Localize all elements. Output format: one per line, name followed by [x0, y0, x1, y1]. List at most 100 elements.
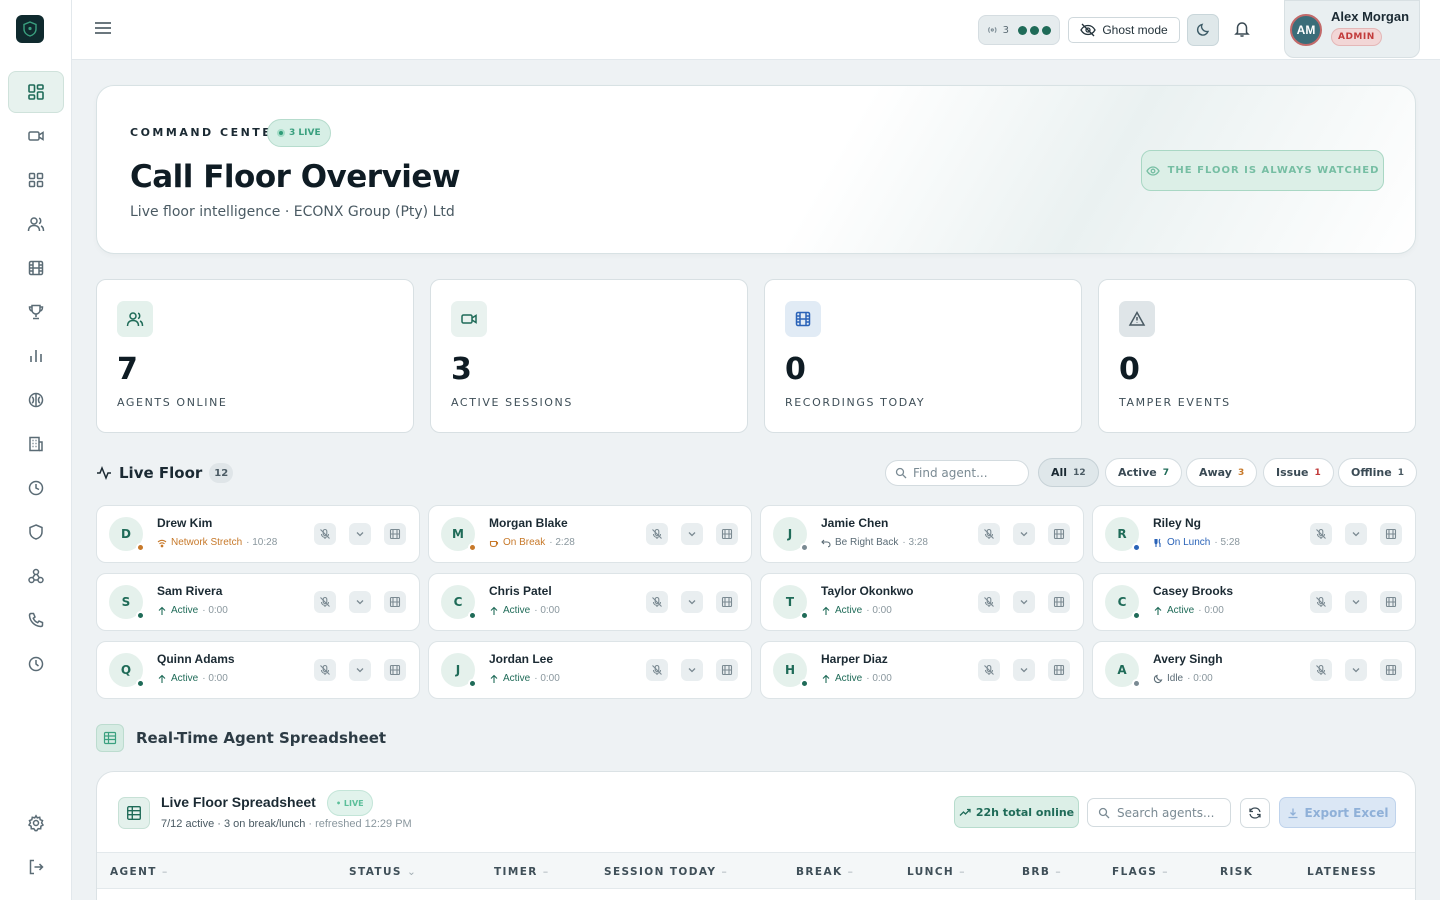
expand-button[interactable]	[1013, 659, 1035, 681]
record-button[interactable]	[716, 523, 738, 545]
search-agents-input[interactable]: Search agents...	[1087, 798, 1231, 827]
mute-button[interactable]	[978, 659, 1000, 681]
filter-issue[interactable]: Issue 1	[1263, 458, 1334, 487]
expand-button[interactable]	[349, 523, 371, 545]
mute-button[interactable]	[646, 659, 668, 681]
agent-card[interactable]: Q Quinn Adams Active · 0:00	[96, 641, 420, 699]
record-button[interactable]	[716, 591, 738, 613]
sidebar-item-agents[interactable]	[8, 203, 64, 245]
mic-off-icon	[1316, 596, 1326, 607]
expand-button[interactable]	[1345, 591, 1367, 613]
column-header[interactable]: LUNCH –	[907, 866, 964, 878]
record-button[interactable]	[384, 659, 406, 681]
mute-button[interactable]	[314, 523, 336, 545]
expand-button[interactable]	[681, 591, 703, 613]
export-excel-button[interactable]: Export Excel	[1279, 797, 1396, 828]
agent-name: Avery Singh	[1153, 652, 1223, 666]
filter-count: 1	[1314, 467, 1321, 478]
menu-toggle-button[interactable]	[94, 20, 112, 36]
user-menu[interactable]: AM Alex Morgan ADMIN	[1284, 0, 1420, 58]
floor-watched-button[interactable]: THE FLOOR IS ALWAYS WATCHED	[1141, 150, 1384, 191]
column-header[interactable]: RISK	[1220, 866, 1253, 878]
filter-active[interactable]: Active 7	[1105, 458, 1182, 487]
record-button[interactable]	[1048, 523, 1070, 545]
mute-button[interactable]	[978, 523, 1000, 545]
sidebar-item-leaderboard[interactable]	[8, 291, 64, 333]
expand-button[interactable]	[1013, 523, 1035, 545]
theme-toggle-button[interactable]	[1187, 14, 1219, 46]
expand-button[interactable]	[349, 659, 371, 681]
column-header[interactable]: SESSION TODAY –	[604, 866, 727, 878]
sidebar-item-history[interactable]	[8, 643, 64, 685]
agent-card[interactable]: J Jordan Lee Active · 0:00	[428, 641, 752, 699]
agent-card[interactable]: S Sam Rivera Active · 0:00	[96, 573, 420, 631]
record-button[interactable]	[384, 591, 406, 613]
sidebar-item-logout[interactable]	[8, 846, 64, 888]
column-header[interactable]: LATENESS	[1307, 866, 1377, 878]
app-logo[interactable]	[16, 15, 44, 43]
agent-card[interactable]: R Riley Ng On Lunch · 5:28	[1092, 505, 1416, 563]
chevron-down-icon	[688, 532, 696, 537]
column-header[interactable]: AGENT –	[110, 866, 167, 878]
filter-all[interactable]: All 12	[1038, 458, 1099, 487]
refresh-button[interactable]	[1240, 798, 1270, 828]
record-button[interactable]	[1380, 659, 1402, 681]
column-header[interactable]: STATUS ⌄	[349, 866, 416, 878]
agent-card[interactable]: A Avery Singh Idle · 0:00	[1092, 641, 1416, 699]
mute-button[interactable]	[646, 523, 668, 545]
record-button[interactable]	[1048, 659, 1070, 681]
sidebar-item-insights[interactable]	[8, 379, 64, 421]
sidebar-item-departments[interactable]	[8, 423, 64, 465]
record-button[interactable]	[1380, 591, 1402, 613]
mute-button[interactable]	[1310, 523, 1332, 545]
agent-card[interactable]: T Taylor Okonkwo Active · 0:00	[760, 573, 1084, 631]
sidebar-item-live-video[interactable]	[8, 115, 64, 157]
sidebar-item-attendance[interactable]	[8, 467, 64, 509]
sidebar-item-settings[interactable]	[8, 802, 64, 844]
agent-timer: · 0:00	[866, 605, 892, 616]
sidebar-item-integrations[interactable]	[8, 555, 64, 597]
mute-button[interactable]	[314, 591, 336, 613]
column-header[interactable]: FLAGS –	[1112, 866, 1167, 878]
sidebar-item-analytics[interactable]	[8, 335, 64, 377]
column-label: TIMER	[494, 866, 538, 878]
filter-offline[interactable]: Offline 1	[1338, 458, 1417, 487]
column-header[interactable]: TIMER –	[494, 866, 548, 878]
bar-chart-icon	[30, 350, 42, 362]
signal-status-pill[interactable]: 3	[978, 15, 1060, 45]
ghost-mode-button[interactable]: Ghost mode	[1068, 17, 1180, 43]
record-button[interactable]	[1048, 591, 1070, 613]
mute-button[interactable]	[978, 591, 1000, 613]
record-button[interactable]	[384, 523, 406, 545]
expand-button[interactable]	[681, 523, 703, 545]
sidebar-item-calls[interactable]	[8, 599, 64, 641]
record-button[interactable]	[1380, 523, 1402, 545]
mute-button[interactable]	[314, 659, 336, 681]
column-header[interactable]: BRB –	[1022, 866, 1061, 878]
agent-card[interactable]: C Chris Patel Active · 0:00	[428, 573, 752, 631]
agent-status-label: Active	[171, 605, 199, 616]
expand-button[interactable]	[349, 591, 371, 613]
agent-card[interactable]: M Morgan Blake On Break · 2:28	[428, 505, 752, 563]
utensils-icon	[1154, 538, 1161, 547]
expand-button[interactable]	[1345, 523, 1367, 545]
agent-card[interactable]: D Drew Kim Network Stretch · 10:28	[96, 505, 420, 563]
filter-away[interactable]: Away 3	[1186, 458, 1258, 487]
agent-card[interactable]: H Harper Diaz Active · 0:00	[760, 641, 1084, 699]
sidebar-item-grid[interactable]	[8, 159, 64, 201]
sidebar-item-security[interactable]	[8, 511, 64, 553]
sidebar-item-recordings[interactable]	[8, 247, 64, 289]
expand-button[interactable]	[1013, 591, 1035, 613]
agent-card[interactable]: J Jamie Chen Be Right Back · 3:28	[760, 505, 1084, 563]
notifications-button[interactable]	[1233, 20, 1251, 38]
expand-button[interactable]	[681, 659, 703, 681]
column-header[interactable]: BREAK –	[796, 866, 853, 878]
sidebar-item-dashboard[interactable]	[8, 71, 64, 113]
mute-button[interactable]	[1310, 591, 1332, 613]
mute-button[interactable]	[1310, 659, 1332, 681]
find-agent-input[interactable]: Find agent...	[885, 460, 1029, 486]
mute-button[interactable]	[646, 591, 668, 613]
expand-button[interactable]	[1345, 659, 1367, 681]
agent-card[interactable]: C Casey Brooks Active · 0:00	[1092, 573, 1416, 631]
record-button[interactable]	[716, 659, 738, 681]
